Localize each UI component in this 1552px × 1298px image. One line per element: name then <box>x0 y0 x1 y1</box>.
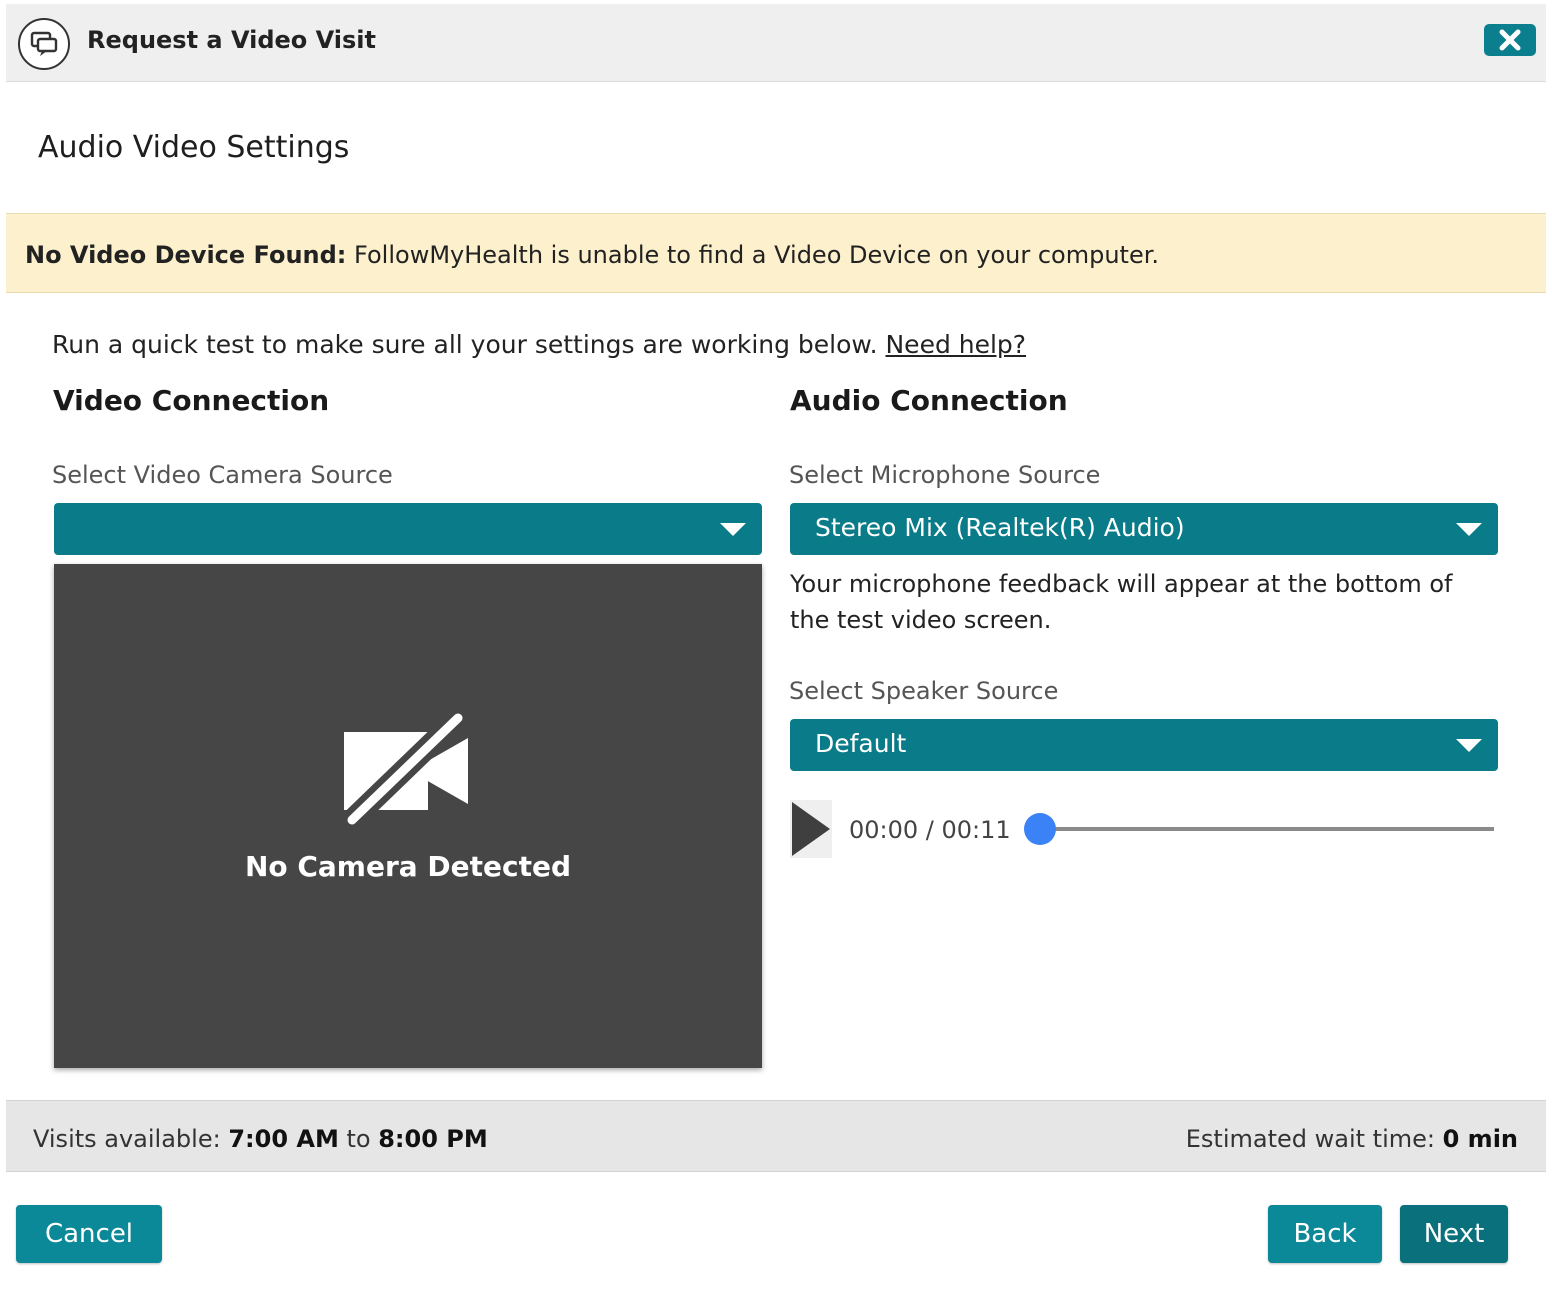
camera-off-icon <box>340 712 468 828</box>
chat-bubbles-icon <box>18 18 70 70</box>
seek-thumb[interactable] <box>1024 813 1056 845</box>
chevron-down-icon <box>1456 739 1482 752</box>
alert-title: No Video Device Found: <box>25 241 347 269</box>
need-help-link[interactable]: Need help? <box>885 330 1026 359</box>
video-connection-heading: Video Connection <box>53 384 330 417</box>
wait-label: Estimated wait time: <box>1185 1125 1443 1153</box>
chevron-down-icon <box>1456 523 1482 536</box>
page-title: Audio Video Settings <box>38 130 350 165</box>
chevron-down-icon <box>720 523 746 536</box>
visits-start: 7:00 AM <box>228 1125 339 1153</box>
no-video-alert: No Video Device Found: FollowMyHealth is… <box>6 213 1546 293</box>
microphone-source-label: Select Microphone Source <box>789 461 1101 489</box>
camera-source-select[interactable] <box>54 503 762 555</box>
speaker-source-label: Select Speaker Source <box>789 677 1059 705</box>
microphone-source-select[interactable]: Stereo Mix (Realtek(R) Audio) <box>790 503 1498 555</box>
back-button[interactable]: Back <box>1268 1205 1382 1263</box>
video-visit-dialog: Request a Video Visit Audio Video Settin… <box>6 4 1546 1294</box>
audio-connection-heading: Audio Connection <box>790 384 1068 417</box>
alert-message: FollowMyHealth is unable to find a Video… <box>346 241 1160 269</box>
intro-sentence: Run a quick test to make sure all your s… <box>52 330 886 359</box>
availability-bar: Visits available: 7:00 AM to 8:00 PM Est… <box>6 1100 1546 1172</box>
microphone-feedback-note: Your microphone feedback will appear at … <box>790 570 1453 634</box>
video-preview: No Camera Detected <box>54 564 762 1068</box>
microphone-source-value: Stereo Mix (Realtek(R) Audio) <box>815 513 1185 542</box>
speaker-test-player: 00:00 / 00:11 <box>790 800 1498 862</box>
visits-to: to <box>338 1125 379 1153</box>
wait-value: 0 min <box>1442 1125 1518 1153</box>
play-icon[interactable] <box>790 800 832 858</box>
no-camera-message: No Camera Detected <box>244 850 572 883</box>
close-button[interactable] <box>1484 24 1536 56</box>
close-x-icon <box>1499 29 1521 51</box>
visits-available: Visits available: 7:00 AM to 8:00 PM <box>33 1125 488 1153</box>
cancel-button[interactable]: Cancel <box>16 1205 162 1263</box>
speaker-source-value: Default <box>815 729 907 758</box>
camera-source-label: Select Video Camera Source <box>52 461 393 489</box>
intro-text: Run a quick test to make sure all your s… <box>52 330 1026 359</box>
visits-end: 8:00 PM <box>378 1125 488 1153</box>
next-button[interactable]: Next <box>1400 1205 1508 1263</box>
visits-label: Visits available: <box>33 1125 229 1153</box>
speaker-source-select[interactable]: Default <box>790 719 1498 771</box>
dialog-titlebar: Request a Video Visit <box>6 4 1546 82</box>
playback-time: 00:00 / 00:11 <box>849 816 1011 844</box>
estimated-wait: Estimated wait time: 0 min <box>1186 1125 1518 1153</box>
dialog-title: Request a Video Visit <box>87 26 377 54</box>
seek-track[interactable] <box>1024 813 1494 845</box>
